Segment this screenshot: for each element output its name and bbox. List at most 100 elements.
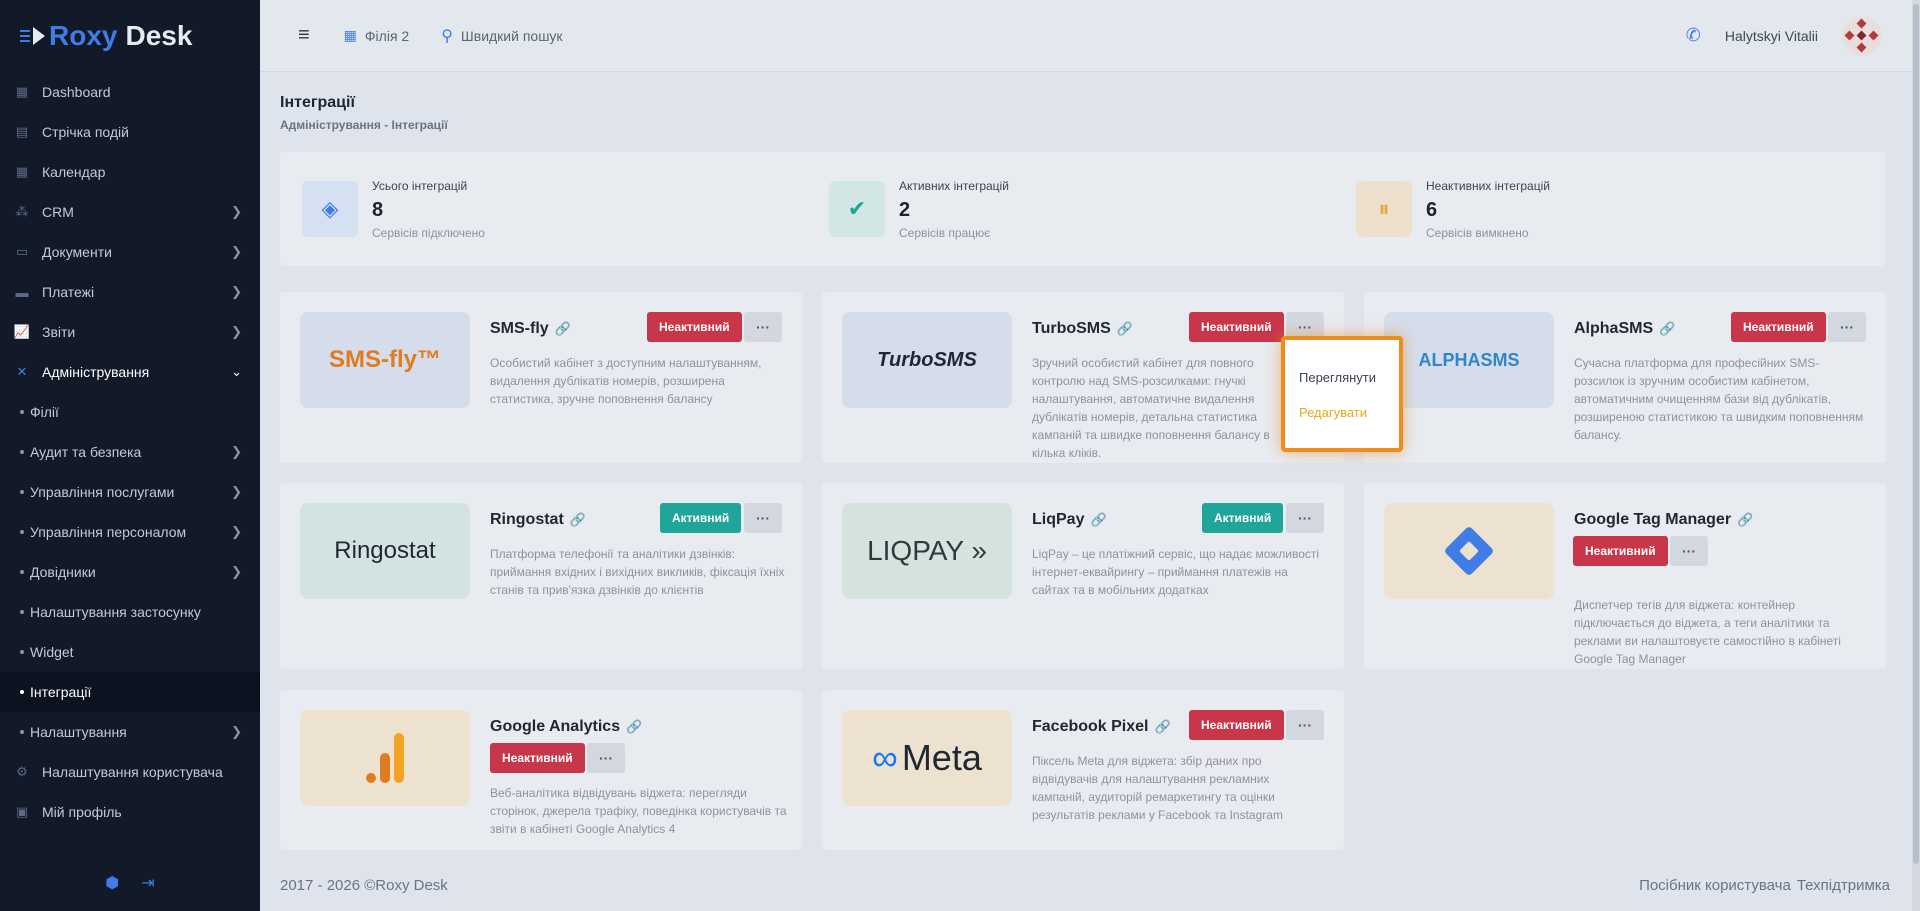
smsfly-logo: SMS-fly™ xyxy=(300,312,470,408)
meta-infinity-icon: ∞ xyxy=(872,737,898,778)
sidebar-item-services[interactable]: Управління послугами ❯ xyxy=(0,472,260,512)
sidebar-item-documents[interactable]: ▭ Документи ❯ xyxy=(0,232,260,272)
chevron-right-icon: ❯ xyxy=(231,484,242,499)
card-title: LiqPay 🔗 xyxy=(1032,511,1107,528)
sidebar-item-branches[interactable]: Філії xyxy=(0,392,260,432)
card-title: Facebook Pixel 🔗 xyxy=(1032,718,1171,735)
document-icon: ▭ xyxy=(15,244,29,259)
liqpay-logo: LIQPAY » xyxy=(842,503,1012,599)
footer: 2017 - 2026 ©Roxy Desk Посібник користув… xyxy=(260,860,1912,911)
chevron-right-icon: ❯ xyxy=(231,324,242,339)
integration-card-liqpay: LIQPAY » LiqPay 🔗 Активний ··· LiqPay – ц… xyxy=(822,483,1344,669)
link-icon: 🔗 xyxy=(1154,719,1171,734)
user-settings-icon: ⚙ xyxy=(16,764,28,779)
check-circle-icon: ✔ xyxy=(829,181,885,237)
sidebar-item-feed[interactable]: ▤ Стрічка подій xyxy=(0,112,260,152)
chevron-down-icon: ⌄ xyxy=(231,364,242,379)
user-name[interactable]: Halytskyi Vitalii xyxy=(1725,28,1818,44)
link-icon: 🔗 xyxy=(1659,321,1676,336)
integration-card-gtm: Google Tag Manager 🔗 Неактивний ··· Диспе… xyxy=(1364,483,1886,669)
quick-search[interactable]: ⚲ Швидкий пошук xyxy=(441,26,562,46)
link-icon: 🔗 xyxy=(1116,321,1133,336)
topbar-right: ✆ Halytskyi Vitalii xyxy=(1686,15,1882,56)
chevron-right-icon: ❯ xyxy=(231,244,242,259)
sidebar-item-calendar[interactable]: ▦ Календар xyxy=(0,152,260,192)
more-actions-button[interactable]: ··· xyxy=(1286,710,1324,740)
more-actions-button[interactable]: ··· xyxy=(744,312,782,342)
dropdown-item-edit[interactable]: Редагувати xyxy=(1285,405,1399,420)
more-actions-button[interactable]: ··· xyxy=(1670,536,1708,566)
sidebar-footer: ⬢ ⇥ xyxy=(0,873,260,893)
branch-selector[interactable]: ▦ Філія 2 xyxy=(344,27,410,44)
integration-card-turbosms: TurboSMS TurboSMS 🔗 Неактивний ··· Зручни… xyxy=(822,292,1344,463)
sidebar: Roxy Desk ▦ Dashboard ▤ Стрічка подій ▦ Кал… xyxy=(0,0,260,911)
sidebar-item-dashboard[interactable]: ▦ Dashboard xyxy=(0,72,260,112)
logo-text-roxy: Roxy xyxy=(49,20,118,51)
google-analytics-icon xyxy=(366,733,404,783)
stat-active: ✔ Активних інтеграцій 2 Сервісів працює xyxy=(829,179,1356,240)
integration-card-ga: Google Analytics 🔗 Неактивний ··· Веб-ана… xyxy=(280,690,802,850)
sidebar-item-directories[interactable]: Довідники ❯ xyxy=(0,552,260,592)
chevron-right-icon: ❯ xyxy=(231,564,242,579)
link-icon: 🔗 xyxy=(1090,512,1107,527)
status-badge: Неактивний xyxy=(1731,312,1826,342)
alphasms-logo: ALPHASMS xyxy=(1384,312,1554,408)
status-badge: Неактивний xyxy=(1189,710,1284,740)
search-icon: ⚲ xyxy=(441,27,453,45)
topbar: ≡ ▦ Філія 2 ⚲ Швидкий пошук ✆ Halytskyi … xyxy=(260,0,1912,72)
more-actions-button[interactable]: ··· xyxy=(744,503,782,533)
sidebar-item-staff[interactable]: Управління персоналом ❯ xyxy=(0,512,260,552)
hexagon-icon[interactable]: ⬢ xyxy=(105,873,119,893)
logo-play-icon xyxy=(33,27,45,45)
phone-icon[interactable]: ✆ xyxy=(1686,25,1701,46)
sidebar-item-user-settings[interactable]: ⚙ Налаштування користувача xyxy=(0,752,260,792)
chart-icon: 📈 xyxy=(13,324,31,339)
main-content: Інтеграції Адміністрування - Інтеграції … xyxy=(280,72,1885,266)
more-actions-button[interactable]: ··· xyxy=(1286,503,1324,533)
card-title: Google Analytics 🔗 xyxy=(490,718,643,735)
integration-card-facebook-pixel: ∞ Meta Facebook Pixel 🔗 Неактивний ··· Пік… xyxy=(822,690,1344,850)
page-scrollbar[interactable] xyxy=(1912,0,1920,911)
card-description: Зручний особистий кабінет для повного ко… xyxy=(1032,356,1270,460)
sidebar-item-widget[interactable]: Widget xyxy=(0,632,260,672)
crm-icon: ⁂ xyxy=(15,204,29,219)
sidebar-item-app-settings[interactable]: Налаштування застосунку xyxy=(0,592,260,632)
app-logo[interactable]: Roxy Desk xyxy=(0,0,260,72)
avatar[interactable] xyxy=(1842,15,1882,56)
link-icon: 🔗 xyxy=(569,512,586,527)
more-actions-button[interactable]: ··· xyxy=(1828,312,1866,342)
dropdown-item-view[interactable]: Переглянути xyxy=(1285,370,1399,385)
google-tag-manager-icon xyxy=(1443,525,1495,577)
sidebar-nav: ▦ Dashboard ▤ Стрічка подій ▦ Календар ⁂ CRM… xyxy=(0,72,260,832)
stat-total: ◈ Усього інтеграцій 8 Сервісів підключено xyxy=(302,179,829,240)
sidebar-item-settings[interactable]: Налаштування ❯ xyxy=(0,712,260,752)
chevron-right-icon: ❯ xyxy=(231,724,242,739)
logout-icon[interactable]: ⇥ xyxy=(141,873,154,893)
sidebar-item-payments[interactable]: ▬ Платежі ❯ xyxy=(0,272,260,312)
status-badge: Активний xyxy=(1202,503,1284,533)
support-link[interactable]: Техпідтримка xyxy=(1797,877,1890,894)
sidebar-item-profile[interactable]: ▣ Мій профіль xyxy=(0,792,260,832)
sidebar-item-integrations[interactable]: Інтеграції xyxy=(0,672,260,712)
sidebar-item-audit[interactable]: Аудит та безпека ❯ xyxy=(0,432,260,472)
status-badge: Активний xyxy=(660,503,742,533)
profile-icon: ▣ xyxy=(15,804,29,819)
logo-text-desk: Desk xyxy=(125,20,193,51)
meta-logo: ∞ Meta xyxy=(842,710,1012,806)
gtm-logo xyxy=(1384,503,1554,599)
link-icon: 🔗 xyxy=(626,719,643,734)
status-badge: Неактивний xyxy=(1573,536,1668,566)
more-actions-button[interactable]: ··· xyxy=(587,743,625,773)
chevron-right-icon: ❯ xyxy=(231,284,242,299)
user-guide-link[interactable]: Посібник користувача xyxy=(1639,877,1791,894)
sidebar-item-administration[interactable]: ✕ Адміністрування ⌄ xyxy=(0,352,260,392)
pause-circle-icon: ⏸ xyxy=(1356,181,1412,237)
calendar-icon: ▦ xyxy=(15,164,29,179)
sidebar-item-reports[interactable]: 📈 Звіти ❯ xyxy=(0,312,260,352)
hamburger-menu-icon[interactable]: ≡ xyxy=(298,24,310,47)
card-description: Особистий кабінет з доступним налаштуван… xyxy=(490,356,762,406)
sidebar-item-crm[interactable]: ⁂ CRM ❯ xyxy=(0,192,260,232)
chevron-right-icon: ❯ xyxy=(231,204,242,219)
payment-icon: ▬ xyxy=(15,284,29,300)
page-title: Інтеграції xyxy=(280,94,355,111)
